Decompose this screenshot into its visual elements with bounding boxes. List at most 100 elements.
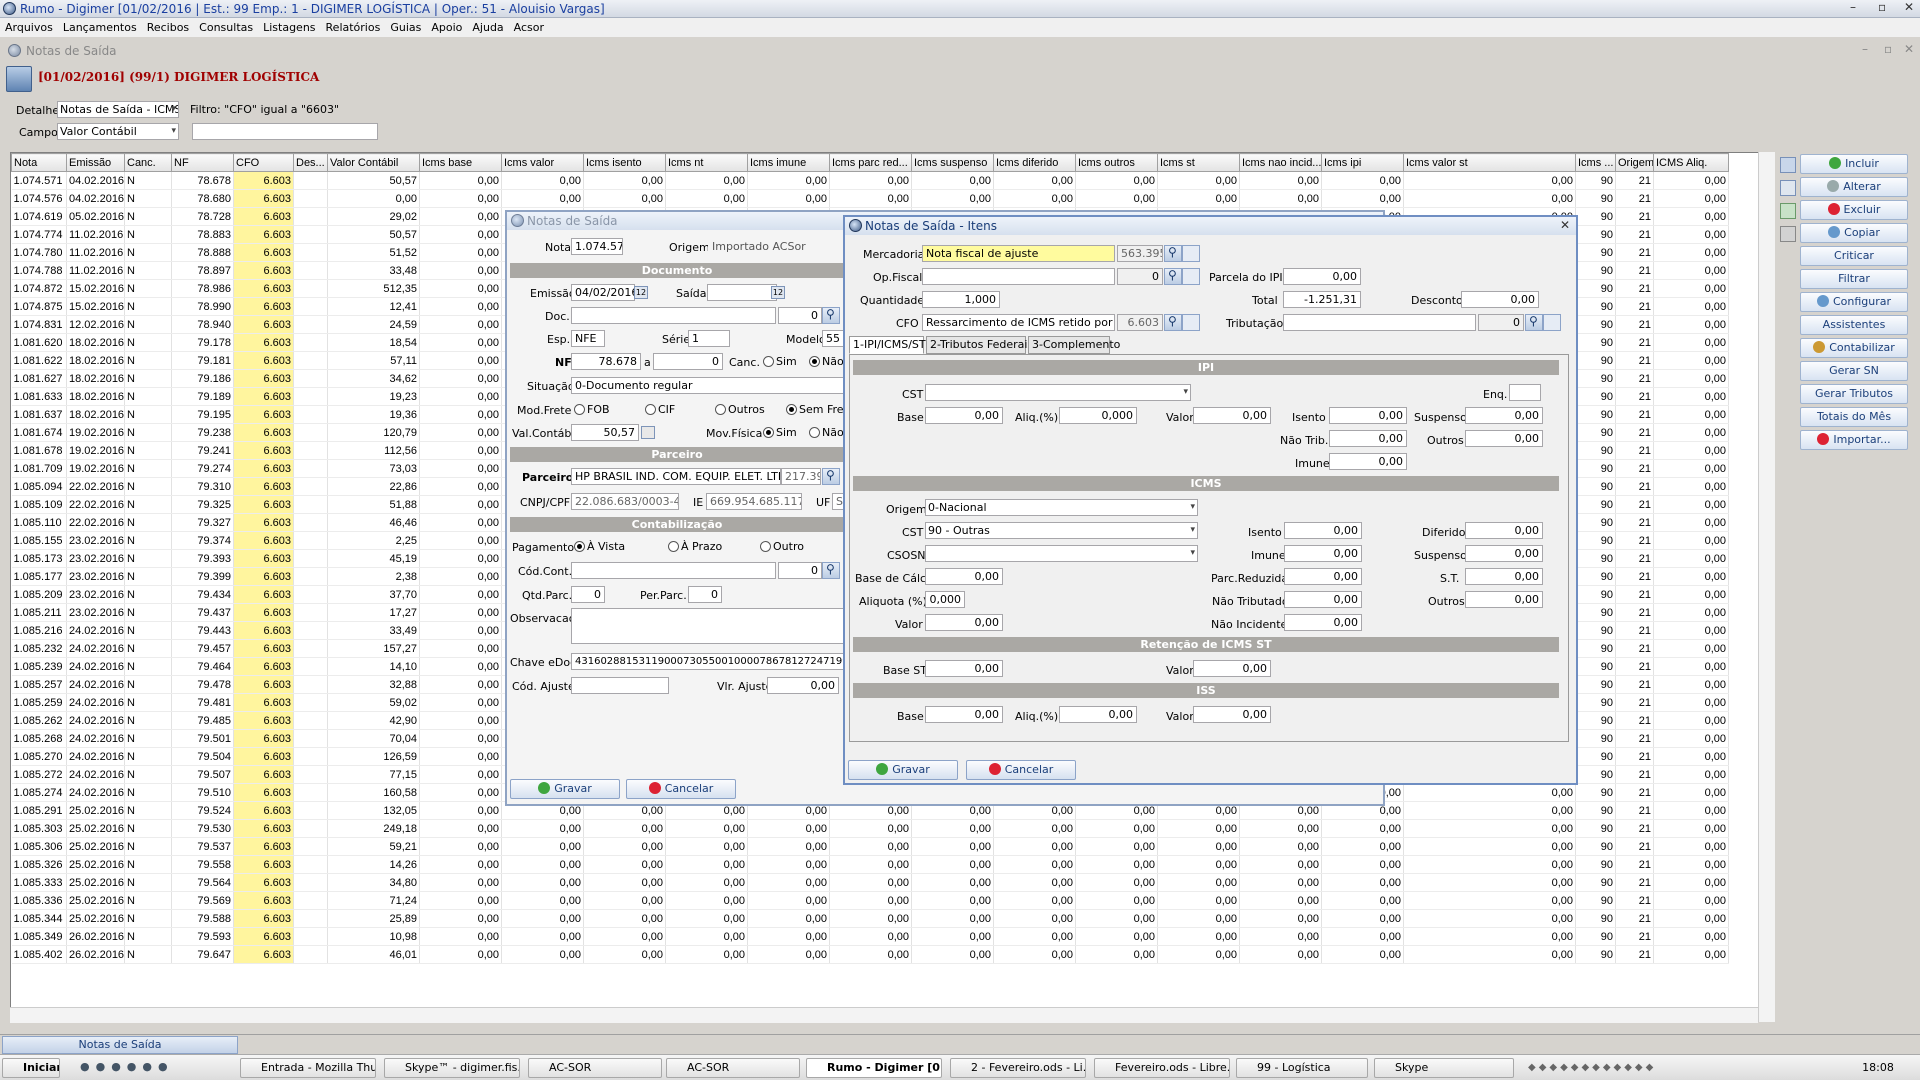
icms-value-cell[interactable]: 0,00 xyxy=(747,945,830,964)
origem-cell[interactable]: 21 xyxy=(1615,207,1654,226)
icms-aliq-cell[interactable]: 0,00 xyxy=(1653,801,1729,820)
minimize-button[interactable]: – xyxy=(1850,0,1856,14)
des-cell[interactable] xyxy=(293,351,328,370)
nf-cell[interactable]: 79.374 xyxy=(171,531,234,550)
tributacao-number-field[interactable]: 0 xyxy=(1478,314,1524,331)
icms-aliq-cell[interactable]: 0,00 xyxy=(1653,639,1729,658)
emissao-cell[interactable]: 19.02.2016 xyxy=(66,459,125,478)
cst-cell[interactable]: 90 xyxy=(1575,819,1616,838)
taskbar-item-8[interactable]: Skype xyxy=(1374,1058,1514,1078)
des-cell[interactable] xyxy=(293,927,328,946)
cfo-cell[interactable]: 6.603 xyxy=(233,585,294,604)
cfo-cell[interactable]: 6.603 xyxy=(233,315,294,334)
nota-cell[interactable]: 1.085.326 xyxy=(11,855,67,874)
icms-origem-select[interactable]: 0-Nacional xyxy=(925,499,1198,516)
nota-cell[interactable]: 1.085.216 xyxy=(11,621,67,640)
nota-cell[interactable]: 1.085.239 xyxy=(11,657,67,676)
sidebar-button-excluir[interactable]: Excluir xyxy=(1800,200,1908,220)
icms-value-cell[interactable]: 0,00 xyxy=(1321,927,1404,946)
nf-cell[interactable]: 79.524 xyxy=(171,801,234,820)
des-cell[interactable] xyxy=(293,369,328,388)
pag-aprazo[interactable]: À Prazo xyxy=(668,540,722,553)
ret-base-field[interactable]: 0,00 xyxy=(925,660,1003,677)
cfo-cell[interactable]: 6.603 xyxy=(233,765,294,784)
icms-value-cell[interactable]: 0,00 xyxy=(1239,819,1322,838)
table-row[interactable]: 1.085.349 26.02.2016 N 79.593 6.603 10,98 0,00… xyxy=(11,927,1729,946)
taskbar-item-2[interactable]: AC-SOR xyxy=(528,1058,662,1078)
close-button[interactable]: ✕ xyxy=(1904,0,1914,14)
cst-cell[interactable]: 90 xyxy=(1575,333,1616,352)
icms-value-cell[interactable]: 0,00 xyxy=(419,513,502,532)
cfo-cell[interactable]: 6.603 xyxy=(233,225,294,244)
emissao-cell[interactable]: 15.02.2016 xyxy=(66,297,125,316)
icms-value-cell[interactable]: 0,00 xyxy=(419,261,502,280)
valcontabil-calc-icon[interactable] xyxy=(641,426,655,439)
icms-value-cell[interactable]: 0,00 xyxy=(1239,189,1322,208)
nf-cell[interactable]: 78.888 xyxy=(171,243,234,262)
icms-value-cell[interactable]: 0,00 xyxy=(419,423,502,442)
tab-complemento[interactable]: 3-Complemento xyxy=(1028,336,1120,354)
icms-value-cell[interactable]: 0,00 xyxy=(993,873,1076,892)
icms-suspenso-field[interactable]: 0,00 xyxy=(1465,545,1543,562)
icms-value-cell[interactable]: 0,00 xyxy=(665,927,748,946)
origem-cell[interactable]: 21 xyxy=(1615,927,1654,946)
icms-value-cell[interactable]: 0,00 xyxy=(747,819,830,838)
icms-value-cell[interactable]: 0,00 xyxy=(747,855,830,874)
des-cell[interactable] xyxy=(293,621,328,640)
situacao-field[interactable]: 0-Documento regular xyxy=(571,377,844,394)
menu-item-9[interactable]: Acsor xyxy=(514,21,544,34)
column-header[interactable]: Valor Contábil xyxy=(327,153,420,172)
nota-field[interactable]: 1.074.571 xyxy=(571,238,623,255)
icms-value-cell[interactable]: 0,00 xyxy=(747,837,830,856)
origem-cell[interactable]: 21 xyxy=(1615,333,1654,352)
export-icon[interactable] xyxy=(1780,203,1796,219)
icms-aliq-cell[interactable]: 0,00 xyxy=(1653,945,1729,964)
nota-cell[interactable]: 1.074.788 xyxy=(11,261,67,280)
icms-value-cell[interactable]: 0,00 xyxy=(1403,171,1576,190)
cnpj-field[interactable]: 22.086.683/0003-46 xyxy=(571,493,679,510)
origem-cell[interactable]: 21 xyxy=(1615,837,1654,856)
des-cell[interactable] xyxy=(293,783,328,802)
des-cell[interactable] xyxy=(293,603,328,622)
icms-value-cell[interactable]: 0,00 xyxy=(993,855,1076,874)
table-row[interactable]: 1.085.326 25.02.2016 N 79.558 6.603 14,26 0,00… xyxy=(11,855,1729,874)
des-cell[interactable] xyxy=(293,171,328,190)
cfo-cell[interactable]: 6.603 xyxy=(233,513,294,532)
nf-cell[interactable]: 79.325 xyxy=(171,495,234,514)
origem-cell[interactable]: 21 xyxy=(1615,297,1654,316)
valor-contabil-cell[interactable]: 37,70 xyxy=(327,585,420,604)
icms-aliq-cell[interactable]: 0,00 xyxy=(1653,279,1729,298)
valor-contabil-cell[interactable]: 14,26 xyxy=(327,855,420,874)
column-header[interactable]: Icms outros xyxy=(1075,153,1158,172)
icms-value-cell[interactable]: 0,00 xyxy=(665,891,748,910)
nota-cell[interactable]: 1.074.872 xyxy=(11,279,67,298)
icms-value-cell[interactable]: 0,00 xyxy=(1075,945,1158,964)
nf-cell[interactable]: 79.504 xyxy=(171,747,234,766)
emissao-cell[interactable]: 19.02.2016 xyxy=(66,423,125,442)
valor-contabil-cell[interactable]: 70,04 xyxy=(327,729,420,748)
canc-cell[interactable]: N xyxy=(124,837,172,856)
icms-value-cell[interactable]: 0,00 xyxy=(1157,819,1240,838)
valor-contabil-cell[interactable]: 77,15 xyxy=(327,765,420,784)
des-cell[interactable] xyxy=(293,279,328,298)
origem-cell[interactable]: 21 xyxy=(1615,819,1654,838)
child-restore-button[interactable]: ▫ xyxy=(1884,42,1892,56)
cfo-cell[interactable]: 6.603 xyxy=(233,639,294,658)
origem-cell[interactable]: 21 xyxy=(1615,585,1654,604)
icms-value-cell[interactable]: 0,00 xyxy=(419,639,502,658)
cfo-cell[interactable]: 6.603 xyxy=(233,945,294,964)
canc-cell[interactable]: N xyxy=(124,819,172,838)
cst-cell[interactable]: 90 xyxy=(1575,225,1616,244)
icms-aliq-cell[interactable]: 0,00 xyxy=(1653,261,1729,280)
saida-calendar-icon[interactable]: 12 xyxy=(771,286,785,299)
origem-cell[interactable]: 21 xyxy=(1615,459,1654,478)
parceiro-search-icon[interactable] xyxy=(822,468,840,485)
cst-cell[interactable]: 90 xyxy=(1575,927,1616,946)
emissao-cell[interactable]: 11.02.2016 xyxy=(66,225,125,244)
icms-value-cell[interactable]: 0,00 xyxy=(419,297,502,316)
icms-value-cell[interactable]: 0,00 xyxy=(665,837,748,856)
nota-cell[interactable]: 1.085.110 xyxy=(11,513,67,532)
icms-value-cell[interactable]: 0,00 xyxy=(1075,873,1158,892)
icms-value-cell[interactable]: 0,00 xyxy=(911,171,994,190)
nf-cell[interactable]: 79.327 xyxy=(171,513,234,532)
